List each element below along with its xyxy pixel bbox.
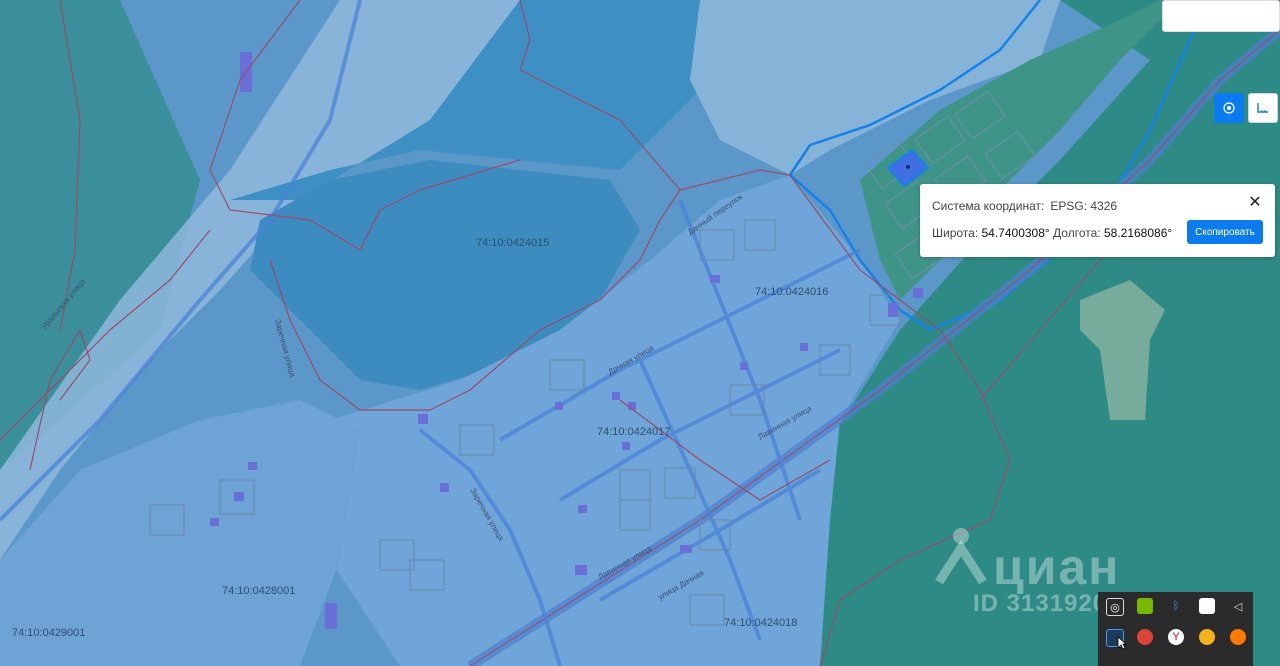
latitude-value: 54.7400308° — [981, 226, 1050, 240]
selected-point-marker — [906, 165, 910, 169]
cadastral-label-0424018: 74:10:0424018 — [724, 617, 798, 629]
speaker-icon[interactable]: ◁ — [1230, 598, 1246, 614]
yandex-icon[interactable]: Y — [1168, 629, 1184, 645]
longitude-label: Долгота: — [1053, 226, 1101, 240]
cadastral-label-0424015: 74:10:0424015 — [476, 237, 550, 249]
ruler-button[interactable] — [1248, 93, 1278, 123]
mouse-cursor-icon — [1117, 636, 1127, 650]
locate-icon — [1223, 102, 1235, 114]
nvidia-icon[interactable] — [1137, 598, 1153, 614]
crs-row: Система координат: EPSG: 4326 — [932, 199, 1117, 213]
copy-button[interactable]: Скопировать — [1187, 220, 1263, 244]
cadastral-label-0424017: 74:10:0424017 — [597, 426, 671, 438]
locate-button[interactable] — [1214, 93, 1244, 123]
security-icon[interactable] — [1199, 598, 1215, 614]
close-icon[interactable]: ✕ — [1247, 195, 1263, 211]
cadastral-label-0428001: 74:10:0428001 — [222, 585, 296, 597]
app-icon[interactable] — [1199, 629, 1215, 645]
map-search-input[interactable] — [1162, 0, 1280, 32]
ruler-icon — [1257, 103, 1268, 113]
map-canvas[interactable]: Дачный переулок Дачная улица Лавинная ул… — [0, 0, 1280, 666]
coordinates-row: Широта: 54.7400308° Долгота: 58.2168086° — [932, 226, 1172, 240]
windows-ink-icon[interactable]: ◎ — [1106, 598, 1124, 616]
cadastral-label-0424016: 74:10:0424016 — [755, 286, 829, 298]
bluetooth-icon[interactable]: ᛒ — [1168, 598, 1184, 614]
coordinate-popup: Система координат: EPSG: 4326 Широта: 54.… — [920, 184, 1275, 257]
system-tray-overflow: ◎ ᛒ ◁ Y — [1098, 592, 1253, 666]
crs-label: Система координат: — [932, 199, 1045, 213]
cadastral-label-0429001: 74:10:0429001 — [12, 627, 86, 639]
avast-icon[interactable] — [1230, 629, 1246, 645]
crs-value: EPSG: 4326 — [1050, 199, 1118, 213]
chrome-icon[interactable] — [1137, 629, 1153, 645]
latitude-label: Широта: — [932, 226, 979, 240]
longitude-value: 58.2168086° — [1103, 226, 1173, 240]
